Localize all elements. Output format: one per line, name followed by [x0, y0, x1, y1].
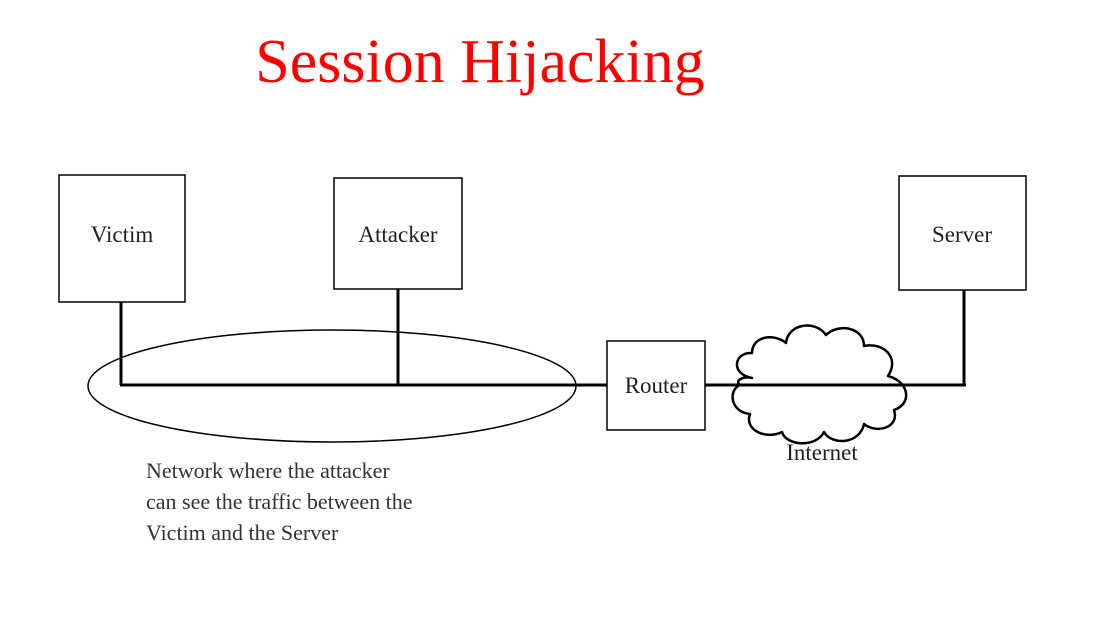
caption-line-2: can see the traffic between the [146, 489, 413, 514]
attacker-node: Attacker [333, 177, 463, 290]
victim-label: Victim [91, 222, 154, 247]
server-node: Server [898, 175, 1027, 291]
victim-node: Victim [58, 174, 186, 303]
network-diagram: Victim Attacker Server Router Internet N… [58, 174, 1027, 545]
router-label: Router [625, 373, 688, 398]
connection-lines [119, 289, 966, 387]
attacker-label: Attacker [358, 222, 438, 247]
network-caption: Network where the attacker can see the t… [146, 458, 413, 545]
server-label: Server [932, 222, 992, 247]
internet-label: Internet [786, 440, 858, 465]
router-node: Router [606, 340, 706, 431]
caption-line-3: Victim and the Server [146, 520, 339, 545]
caption-line-1: Network where the attacker [146, 458, 390, 483]
